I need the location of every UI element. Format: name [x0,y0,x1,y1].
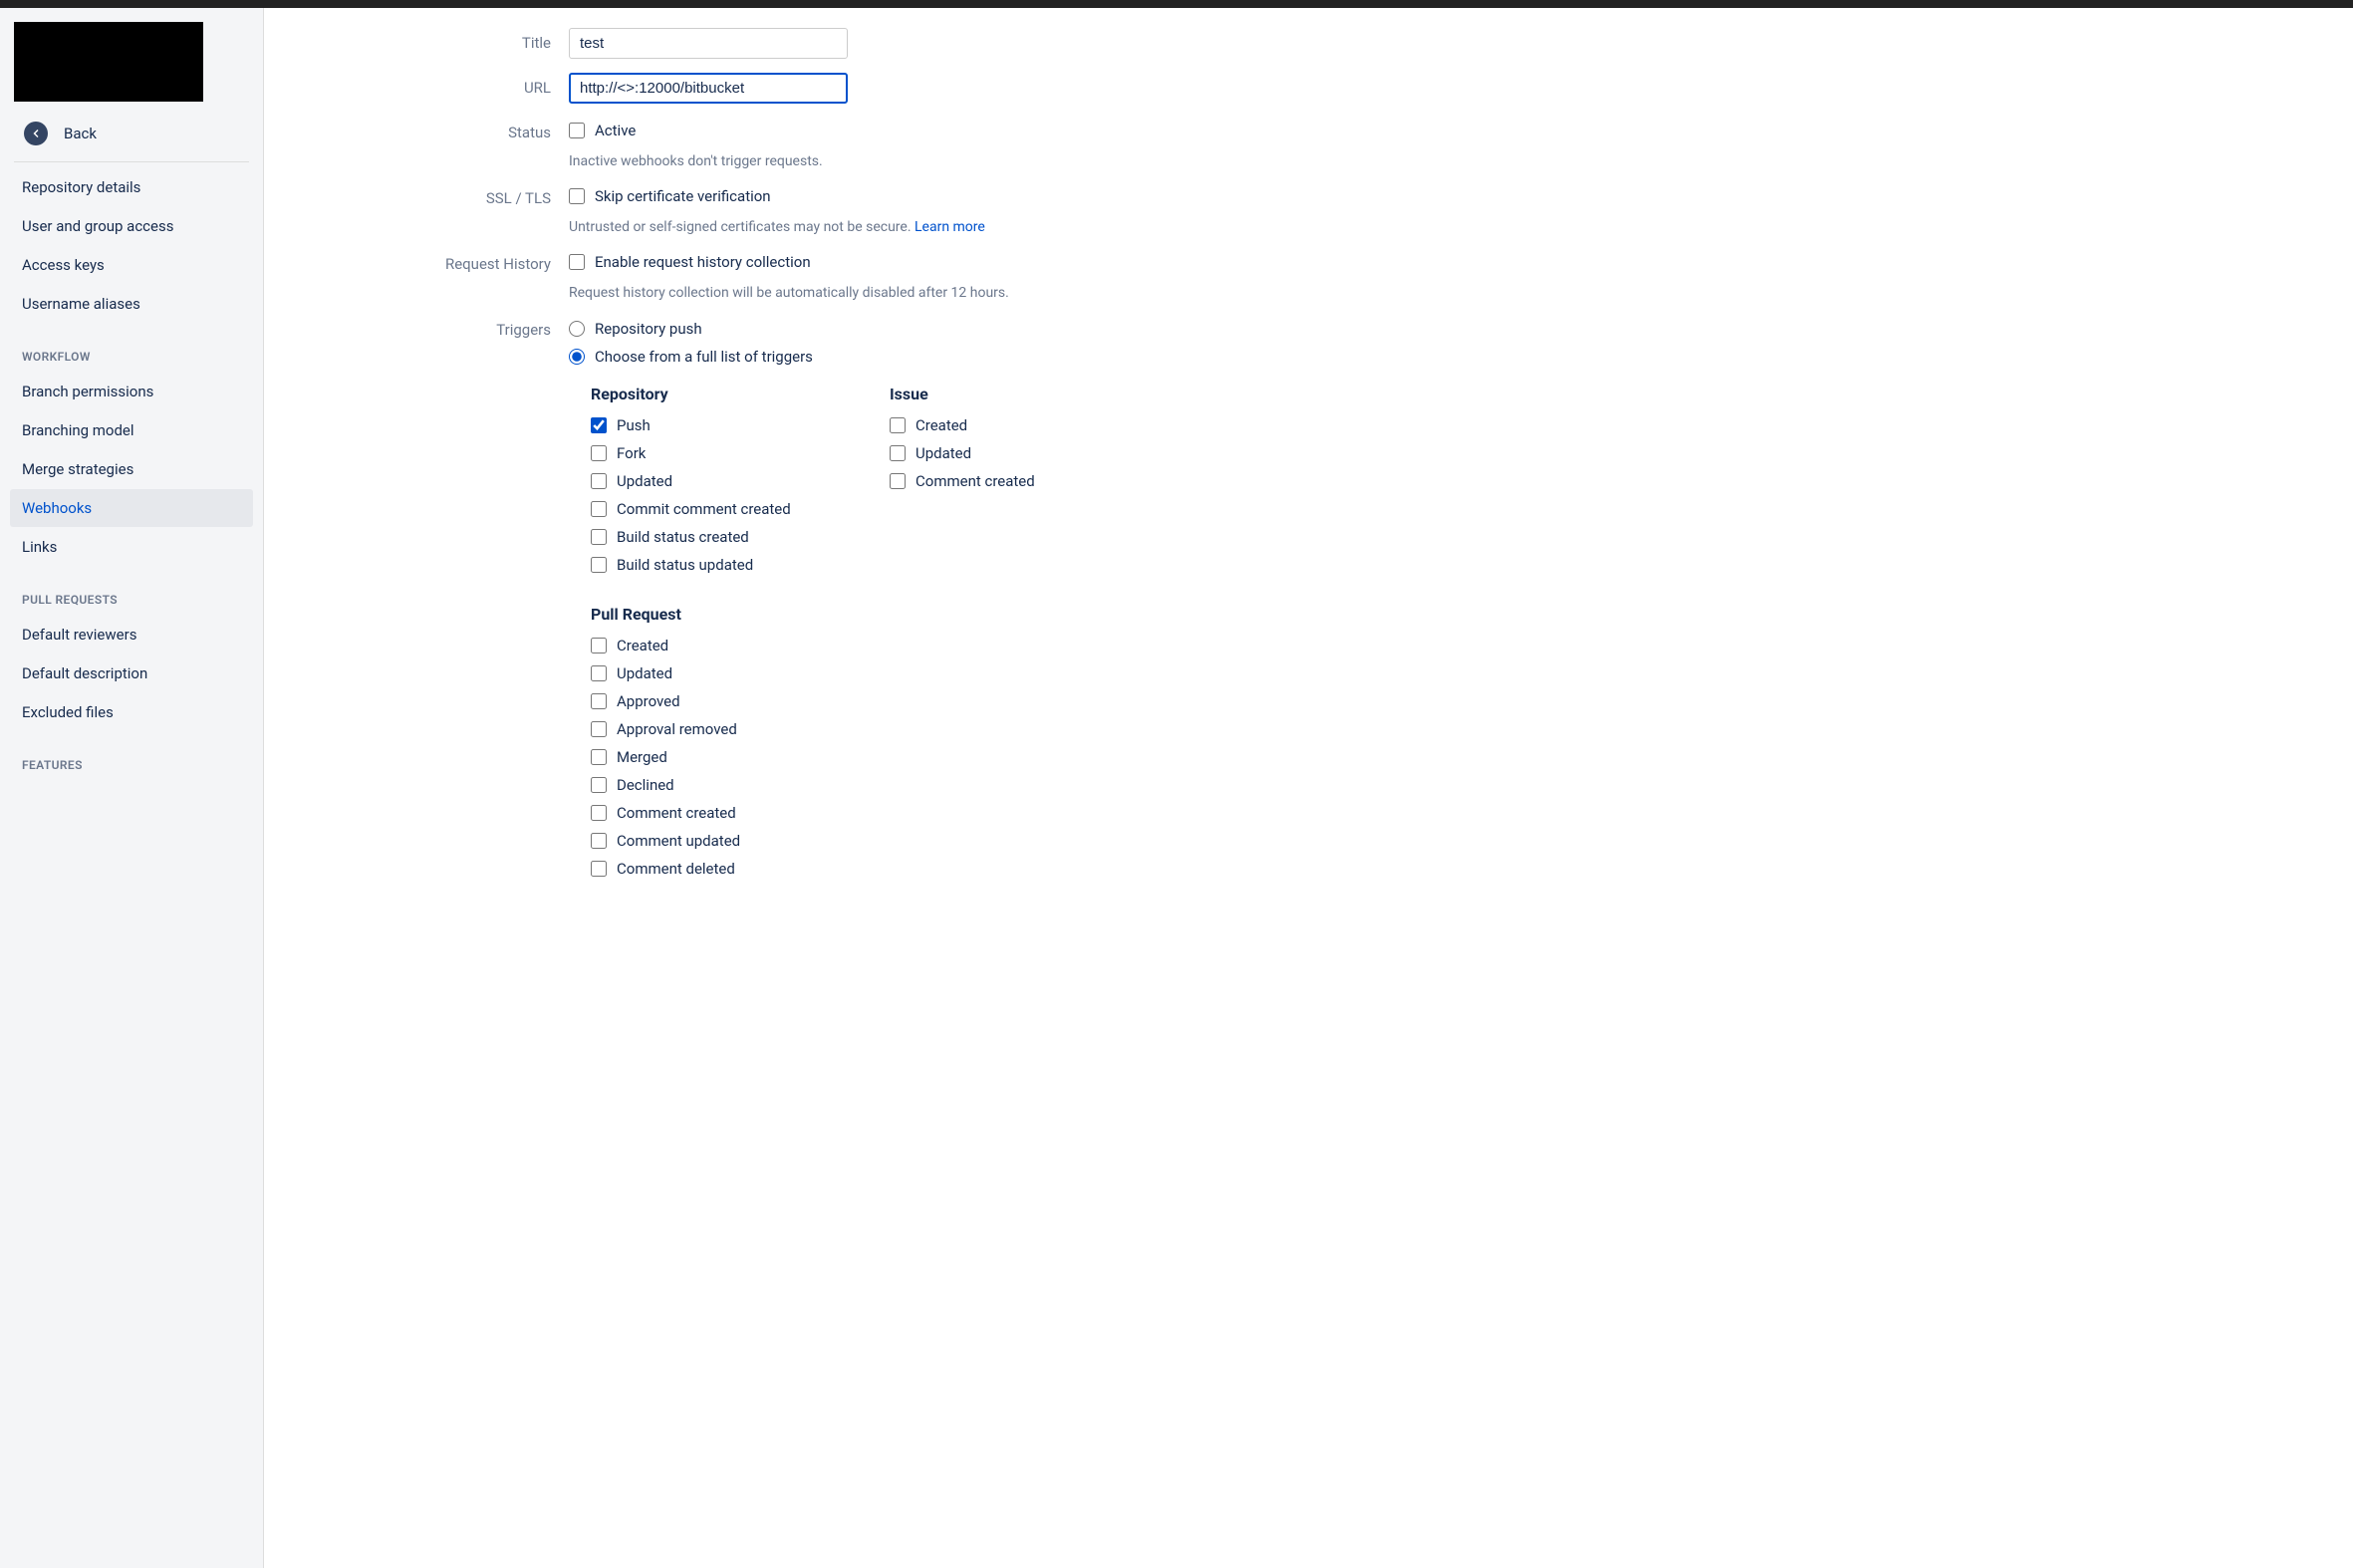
title-label: Title [288,28,569,52]
trigger-pr-merged-label: Merged [617,748,667,766]
history-checkbox[interactable] [569,254,585,270]
ssl-label: SSL / TLS [288,183,569,207]
trigger-radio-full-list[interactable] [569,349,585,365]
learn-more-link[interactable]: Learn more [915,219,985,235]
trigger-col-repository: Repository Push Fork Updated Commit comm… [591,385,830,579]
skip-cert-checkbox[interactable] [569,188,585,204]
sidebar-item-excluded-files[interactable]: Excluded files [10,693,253,731]
sidebar-item-merge-strategies[interactable]: Merge strategies [10,450,253,488]
issue-heading: Issue [890,385,1129,403]
trigger-pr-comment-deleted-label: Comment deleted [617,860,735,878]
repository-heading: Repository [591,385,830,403]
trigger-pr-comment-created-label: Comment created [617,804,736,822]
status-hint: Inactive webhooks don't trigger requests… [569,153,1326,169]
trigger-pr-updated[interactable] [591,665,607,681]
trigger-pr-approved[interactable] [591,693,607,709]
main-content: Title URL Status Active Inactive webhook… [264,8,2353,1568]
history-checkbox-label: Enable request history collection [595,253,811,271]
url-label: URL [288,73,569,97]
active-checkbox[interactable] [569,123,585,138]
trigger-issue-comment-created-label: Comment created [915,472,1035,490]
arrow-left-icon [24,122,48,145]
sidebar-item-branch-permissions[interactable]: Branch permissions [10,373,253,410]
trigger-repo-commit-comment-label: Commit comment created [617,500,791,518]
triggers-label: Triggers [288,315,569,339]
trigger-pr-updated-label: Updated [617,664,672,682]
trigger-issue-comment-created[interactable] [890,473,906,489]
pr-heading: Pull Request [591,605,1326,624]
sidebar-item-links[interactable]: Links [10,528,253,566]
trigger-pr-created-label: Created [617,637,668,654]
trigger-repo-fork-label: Fork [617,444,646,462]
trigger-pr-created[interactable] [591,638,607,653]
trigger-pr-declined[interactable] [591,777,607,793]
history-hint: Request history collection will be autom… [569,285,1326,301]
divider [14,161,249,162]
trigger-repo-build-created-label: Build status created [617,528,749,546]
trigger-radio-full-list-label: Choose from a full list of triggers [595,348,813,366]
trigger-radio-push[interactable] [569,321,585,337]
ssl-hint: Untrusted or self-signed certificates ma… [569,219,1326,235]
sidebar-heading-workflow: WORKFLOW [10,324,253,372]
trigger-pr-comment-deleted[interactable] [591,861,607,877]
trigger-repo-build-created[interactable] [591,529,607,545]
sidebar-item-username-aliases[interactable]: Username aliases [10,285,253,323]
history-label: Request History [288,249,569,273]
url-input[interactable] [569,73,848,104]
skip-cert-label: Skip certificate verification [595,187,771,205]
trigger-repo-build-updated[interactable] [591,557,607,573]
sidebar: Back Repository details User and group a… [0,8,264,1568]
trigger-pr-approval-removed-label: Approval removed [617,720,737,738]
trigger-repo-fork[interactable] [591,445,607,461]
sidebar-heading-features: FEATURES [10,732,253,780]
trigger-issue-created-label: Created [915,416,967,434]
trigger-pr-comment-updated[interactable] [591,833,607,849]
active-checkbox-label: Active [595,122,636,139]
trigger-pr-declined-label: Declined [617,776,674,794]
trigger-pr-approval-removed[interactable] [591,721,607,737]
trigger-col-pull-request: Pull Request Created Updated Approved Ap… [569,605,1326,883]
trigger-pr-comment-created[interactable] [591,805,607,821]
trigger-repo-commit-comment[interactable] [591,501,607,517]
top-bar [0,0,2353,8]
status-label: Status [288,118,569,141]
back-button[interactable]: Back [10,112,253,157]
sidebar-item-default-description[interactable]: Default description [10,654,253,692]
sidebar-item-access-keys[interactable]: Access keys [10,246,253,284]
trigger-repo-updated-label: Updated [617,472,672,490]
trigger-pr-merged[interactable] [591,749,607,765]
trigger-pr-approved-label: Approved [617,692,680,710]
sidebar-item-user-group-access[interactable]: User and group access [10,207,253,245]
back-label: Back [64,125,97,142]
sidebar-heading-pull-requests: PULL REQUESTS [10,567,253,615]
sidebar-item-repo-details[interactable]: Repository details [10,168,253,206]
repo-avatar [14,22,203,102]
title-input[interactable] [569,28,848,59]
trigger-radio-push-label: Repository push [595,320,702,338]
trigger-repo-push-label: Push [617,416,651,434]
trigger-repo-push[interactable] [591,417,607,433]
trigger-pr-comment-updated-label: Comment updated [617,832,740,850]
trigger-issue-created[interactable] [890,417,906,433]
trigger-issue-updated-label: Updated [915,444,971,462]
sidebar-item-webhooks[interactable]: Webhooks [10,489,253,527]
ssl-hint-text: Untrusted or self-signed certificates ma… [569,219,915,235]
sidebar-item-branching-model[interactable]: Branching model [10,411,253,449]
sidebar-item-default-reviewers[interactable]: Default reviewers [10,616,253,653]
trigger-col-issue: Issue Created Updated Comment created [890,385,1129,579]
trigger-repo-updated[interactable] [591,473,607,489]
trigger-issue-updated[interactable] [890,445,906,461]
trigger-repo-build-updated-label: Build status updated [617,556,753,574]
